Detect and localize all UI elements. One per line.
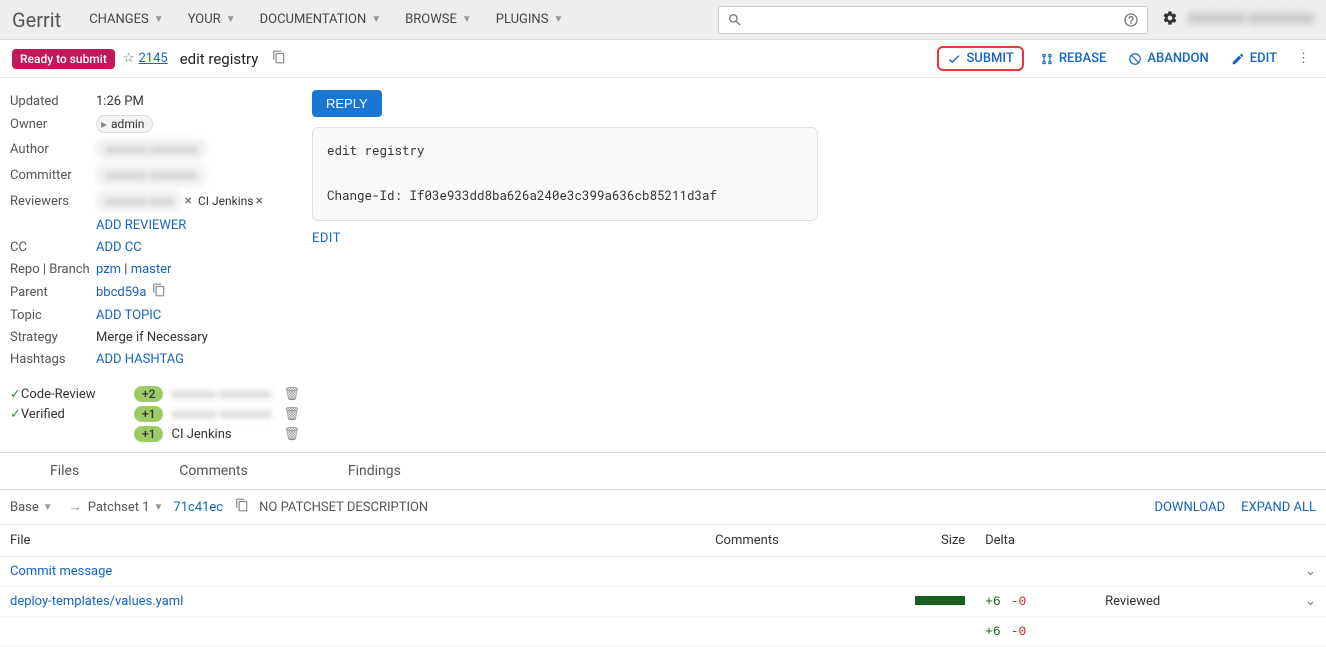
patchset-bar: Base▼ → Patchset 1▼ 71c41ec NO PATCHSET … xyxy=(0,490,1326,525)
owner-chip[interactable]: ▸admin xyxy=(96,115,153,133)
file-link[interactable]: deploy-templates/values.yaml xyxy=(10,594,183,609)
expand-icon[interactable]: ⌄ xyxy=(1305,564,1316,579)
nav-documentation[interactable]: DOCUMENTATION▼ xyxy=(250,6,392,33)
tab-files[interactable]: Files xyxy=(0,453,129,489)
action-bar: SUBMIT REBASE ABANDON EDIT ⋮ xyxy=(937,46,1314,71)
nav-browse[interactable]: BROWSE▼ xyxy=(395,6,482,33)
metadata-sidebar: Updated1:26 PM Owner ▸admin Authorxxxxxx… xyxy=(10,90,300,444)
table-row[interactable]: deploy-templates/values.yaml +6-0 Review… xyxy=(0,587,1326,617)
add-reviewer-link[interactable]: ADD REVIEWER xyxy=(96,218,186,233)
edit-message-link[interactable]: EDIT xyxy=(312,231,341,246)
reply-button[interactable]: REPLY xyxy=(312,90,382,117)
current-user[interactable]: XXXXXXX XXXXXXXX xyxy=(1188,12,1314,27)
author-chip[interactable]: xxxxxxx xxxxxxxx xyxy=(96,139,206,159)
top-nav: CHANGES▼ YOUR▼ DOCUMENTATION▼ BROWSE▼ PL… xyxy=(79,6,573,33)
file-link[interactable]: Commit message xyxy=(10,564,112,579)
search-input[interactable] xyxy=(749,12,1119,27)
tab-findings[interactable]: Findings xyxy=(298,453,451,489)
download-link[interactable]: DOWNLOAD xyxy=(1154,500,1225,515)
vote-row: ✓Code-Review +2 xxxxxxx xxxxxxxx 🗑 xyxy=(10,384,300,404)
copy-title-icon[interactable] xyxy=(272,50,286,68)
submit-button[interactable]: SUBMIT xyxy=(937,46,1023,71)
help-icon[interactable] xyxy=(1123,12,1139,28)
nav-changes[interactable]: CHANGES▼ xyxy=(79,6,173,33)
patchset-selector[interactable]: Patchset 1▼ xyxy=(88,500,164,515)
table-row-total: +6-0 xyxy=(0,617,1326,647)
add-hashtag-link[interactable]: ADD HASHTAG xyxy=(96,352,184,367)
patchset-description[interactable]: NO PATCHSET DESCRIPTION xyxy=(259,500,428,515)
patchset-sha-link[interactable]: 71c41ec xyxy=(173,500,223,515)
settings-icon[interactable] xyxy=(1162,10,1178,30)
votes-section: ✓Code-Review +2 xxxxxxx xxxxxxxx 🗑 ✓Veri… xyxy=(10,384,300,444)
search-box[interactable] xyxy=(718,6,1148,34)
file-table: File Comments Size Delta Commit message … xyxy=(0,525,1326,647)
file-tabs: Files Comments Findings xyxy=(0,453,1326,490)
add-cc-link[interactable]: ADD CC xyxy=(96,240,142,255)
more-actions-icon[interactable]: ⋮ xyxy=(1293,47,1314,70)
branch-link[interactable]: master xyxy=(131,262,172,277)
strategy-value: Merge if Necessary xyxy=(96,330,208,345)
delete-vote-icon[interactable]: 🗑 xyxy=(283,427,300,442)
rebase-button[interactable]: REBASE xyxy=(1034,47,1113,70)
reviewer-chip[interactable]: xxxxxxx xxxx xyxy=(96,191,182,211)
change-header: Ready to submit ☆ 2145 edit registry SUB… xyxy=(0,40,1326,78)
add-topic-link[interactable]: ADD TOPIC xyxy=(96,308,161,323)
main-area: Updated1:26 PM Owner ▸admin Authorxxxxxx… xyxy=(0,78,1326,452)
delete-vote-icon[interactable]: 🗑 xyxy=(283,407,300,422)
vote-row: +1 CI Jenkins 🗑 xyxy=(10,424,300,444)
delete-vote-icon[interactable]: 🗑 xyxy=(283,387,300,402)
change-number[interactable]: 2145 xyxy=(138,51,167,66)
tab-comments[interactable]: Comments xyxy=(129,453,298,489)
size-bar xyxy=(915,596,965,605)
message-column: REPLY edit registry Change-Id: If03e933d… xyxy=(312,90,1316,444)
commit-message-box: edit registry Change-Id: If03e933dd8ba62… xyxy=(312,127,818,221)
change-title: edit registry xyxy=(180,50,259,68)
repo-link[interactable]: pzm xyxy=(96,262,121,277)
nav-plugins[interactable]: PLUGINS▼ xyxy=(486,6,574,33)
star-icon[interactable]: ☆ xyxy=(123,51,135,66)
reviewer-chip-ci[interactable]: CI Jenkins xyxy=(198,194,253,208)
search-icon xyxy=(727,12,743,28)
remove-reviewer-icon[interactable]: × xyxy=(255,193,262,209)
vote-row: ✓Verified +1 xxxxxxx xxxxxxxx 🗑 xyxy=(10,404,300,424)
table-row[interactable]: Commit message ⌄ xyxy=(0,557,1326,587)
copy-parent-icon[interactable] xyxy=(152,283,166,301)
committer-chip[interactable]: xxxxxxx xxxxxxxx xyxy=(96,165,206,185)
base-selector[interactable]: Base▼ xyxy=(10,500,53,515)
copy-sha-icon[interactable] xyxy=(235,498,249,516)
expand-icon[interactable]: ⌄ xyxy=(1305,594,1316,609)
top-bar: Gerrit CHANGES▼ YOUR▼ DOCUMENTATION▼ BRO… xyxy=(0,0,1326,40)
remove-reviewer-icon[interactable]: × xyxy=(184,193,191,209)
edit-button[interactable]: EDIT xyxy=(1225,47,1283,70)
nav-your[interactable]: YOUR▼ xyxy=(178,6,246,33)
status-badge: Ready to submit xyxy=(12,49,115,69)
parent-link[interactable]: bbcd59a xyxy=(96,285,146,300)
expand-all-link[interactable]: EXPAND ALL xyxy=(1241,500,1316,515)
brand-logo: Gerrit xyxy=(12,8,61,32)
abandon-button[interactable]: ABANDON xyxy=(1122,47,1214,70)
updated-time: 1:26 PM xyxy=(96,94,144,109)
